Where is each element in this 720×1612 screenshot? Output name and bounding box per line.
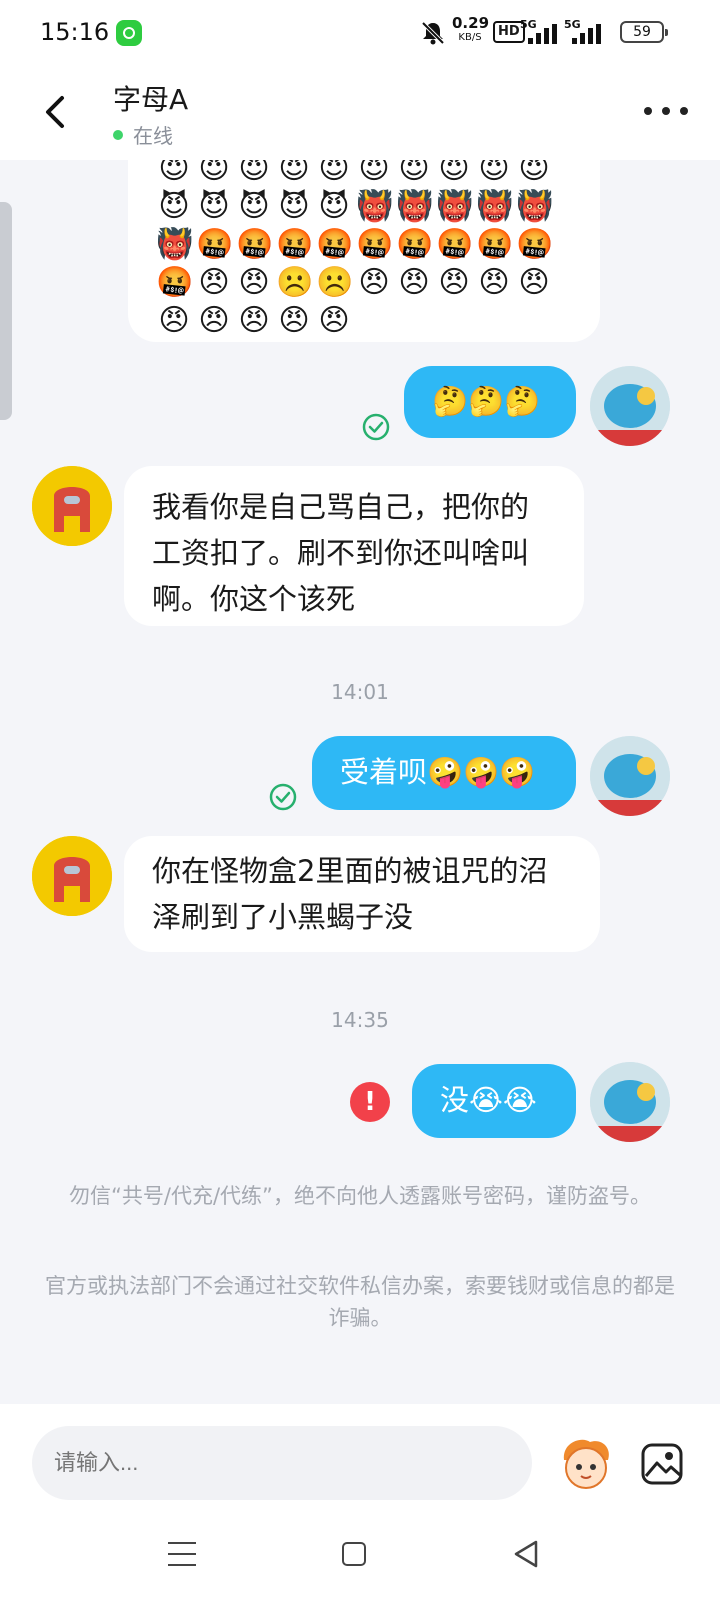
emoji-glyph: 😈	[358, 160, 390, 186]
emoji-glyph: 🤬	[196, 227, 234, 262]
battery-icon: 59	[620, 21, 668, 43]
emoji-glyph: 😈	[278, 189, 310, 224]
emoji-glyph: 🤬	[156, 265, 194, 300]
fraud-notice: 官方或执法部门不会通过社交软件私信办案，索要钱财或信息的都是诈骗。	[45, 1274, 675, 1330]
mute-icon	[421, 21, 445, 45]
security-notice: 勿信“共号/代充/代练”，绝不向他人透露账号密码，谨防盗号。	[69, 1184, 651, 1208]
contact-name[interactable]: 字母A	[113, 78, 188, 118]
emoji-glyph: 😈	[438, 160, 470, 186]
emoji-glyph: 🤬	[436, 227, 474, 262]
avatar-me[interactable]	[590, 736, 670, 816]
emoji-glyph: 👹	[476, 189, 514, 224]
emoji-glyph: 😠	[318, 303, 350, 338]
emoji-glyph: 😠	[238, 303, 270, 338]
emoji-message-bubble[interactable]: 😈 😈 😈 😈 😈 😈 😈 😈 😈 😈 😈 😈 😈 😈 😈 👹 👹 👹 👹 👹 👹 🤬 🤬 🤬 🤬 🤬 🤬 🤬 🤬 🤬 🤬 😠 😠 ☹️ ☹️…	[128, 160, 600, 342]
emoji-glyph: 🤬	[516, 227, 554, 262]
emoji-glyph: 😠	[158, 303, 190, 338]
emoji-glyph: 😈	[278, 160, 310, 186]
emoji-glyph: 😈	[478, 160, 510, 186]
emoji-glyph: 😠	[398, 265, 430, 300]
emoji-glyph: 😈	[318, 160, 350, 186]
emoji-row: 😠 😠 😠 😠 😠	[156, 302, 572, 340]
message-bubble-out[interactable]: 没😭😭	[412, 1064, 576, 1138]
emoji-row: 😈 😈 😈 😈 😈 👹 👹 👹 👹 👹	[156, 188, 572, 226]
online-status: 在线	[113, 120, 173, 149]
emoji-glyph: 👹	[516, 189, 554, 224]
emoji-glyph: 😠	[518, 265, 550, 300]
emoji-glyph: 😈	[238, 189, 270, 224]
emoji-glyph: 👹	[356, 189, 394, 224]
chat-area[interactable]: 😈 😈 😈 😈 😈 😈 😈 😈 😈 😈 😈 😈 😈 😈 😈 👹 👹 👹 👹 👹 👹 🤬 🤬 🤬 🤬 🤬 🤬 🤬 🤬 🤬 🤬 😠 😠 ☹️ ☹️…	[0, 160, 720, 1404]
app-notification-icon	[116, 20, 142, 46]
image-icon[interactable]	[640, 1442, 684, 1486]
emoji-glyph: 👹	[156, 227, 194, 262]
timestamp: 14:35	[331, 1008, 389, 1032]
emoji-glyph: 🤬	[476, 227, 514, 262]
check-circle-icon	[269, 783, 297, 811]
error-icon[interactable]: !	[350, 1082, 390, 1122]
emoji-glyph: 😠	[438, 265, 470, 300]
emoji-glyph: 😠	[478, 265, 510, 300]
emoji-glyph: 😈	[158, 189, 190, 224]
emoji-glyph: 😈	[518, 160, 550, 186]
more-icon[interactable]	[644, 96, 688, 126]
emoji-row: 👹 🤬 🤬 🤬 🤬 🤬 🤬 🤬 🤬 🤬	[156, 226, 572, 264]
emoji-glyph: 😈	[318, 189, 350, 224]
timestamp: 14:01	[331, 680, 389, 704]
input-bar	[0, 1404, 720, 1508]
system-nav-bar	[0, 1508, 720, 1612]
avatar-me[interactable]	[590, 1062, 670, 1142]
emoji-glyph: 🤬	[236, 227, 274, 262]
emoji-glyph: 👹	[396, 189, 434, 224]
emoji-glyph: 😈	[198, 189, 230, 224]
emoji-glyph: 😈	[198, 160, 230, 186]
emoji-row: 😈 😈 😈 😈 😈 😈 😈 😈 😈 😈	[156, 160, 572, 188]
message-bubble-in[interactable]: 你在怪物盒2里面的被诅咒的沼泽刷到了小黑蝎子没	[124, 836, 600, 952]
emoji-glyph: 🤬	[316, 227, 354, 262]
emoji-glyph: 😈	[238, 160, 270, 186]
emoji-row: 🤬 😠 😠 ☹️ ☹️ 😠 😠 😠 😠 😠	[156, 264, 572, 302]
emoji-glyph: 🤬	[276, 227, 314, 262]
online-status-label: 在线	[133, 124, 173, 148]
avatar-friend[interactable]	[32, 836, 112, 916]
network-speed: 0.29 KB/S	[452, 14, 490, 43]
emoji-glyph: 😈	[158, 160, 190, 186]
emoji-glyph: 😠	[278, 303, 310, 338]
avatar-me[interactable]	[590, 366, 670, 446]
emoji-glyph: ☹️	[276, 265, 314, 300]
mascot-sticker-icon[interactable]	[556, 1434, 616, 1494]
scrollbar[interactable]	[0, 202, 12, 420]
chat-header: 字母A 在线	[0, 66, 720, 160]
menu-icon[interactable]	[168, 1542, 196, 1566]
signal-sim1-icon: 5G	[520, 18, 558, 46]
emoji-glyph: 🤬	[356, 227, 394, 262]
emoji-glyph: 😠	[198, 265, 230, 300]
nav-back-icon[interactable]	[512, 1538, 540, 1570]
avatar-friend[interactable]	[32, 466, 112, 546]
home-icon[interactable]	[342, 1542, 366, 1566]
message-bubble-in[interactable]: 我看你是自己骂自己，把你的工资扣了。刷不到你还叫啥叫啊。你这个该死	[124, 466, 584, 626]
message-input[interactable]	[32, 1426, 532, 1500]
message-bubble-out[interactable]: 受着呗🤪🤪🤪	[312, 736, 576, 810]
emoji-glyph: 😠	[358, 265, 390, 300]
emoji-glyph: 😠	[198, 303, 230, 338]
status-bar: 15:16 0.29 KB/S HD 5G 5G 59	[0, 0, 720, 66]
online-dot-icon	[113, 129, 123, 140]
emoji-glyph: ☹️	[316, 265, 354, 300]
signal-sim2-icon: 5G	[564, 18, 602, 46]
back-arrow-icon[interactable]	[36, 90, 76, 134]
check-circle-icon	[362, 413, 390, 441]
emoji-glyph: 👹	[436, 189, 474, 224]
emoji-glyph: 😈	[398, 160, 430, 186]
status-time: 15:16	[40, 18, 110, 46]
emoji-glyph: 🤬	[396, 227, 434, 262]
message-bubble-out[interactable]: 🤔🤔🤔	[404, 366, 576, 438]
emoji-glyph: 😠	[238, 265, 270, 300]
